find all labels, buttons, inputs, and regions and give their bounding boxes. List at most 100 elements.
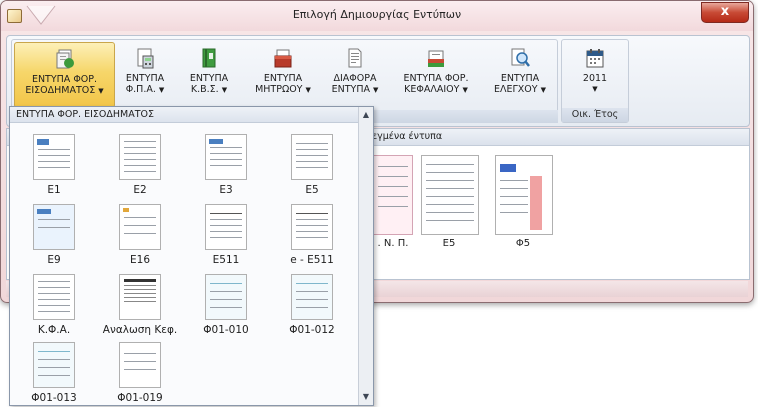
form-label: Ε511 [212, 254, 240, 266]
form-thumbnail [33, 204, 75, 250]
chevron-down-icon: ▼ [373, 86, 379, 94]
income-tax-forms-button[interactable]: ΕΝΤΥΠΑ ΦΟΡ. ΕΙΣΟΔΗΜΑΤΟΣ ▼ [14, 42, 115, 108]
kbs-forms-label-2: Κ.Β.Σ. [190, 84, 219, 95]
registry-folder-icon [272, 47, 294, 69]
form-label: Ε3 [219, 184, 233, 196]
window-title: Επιλογή Δημιουργίας Εντύπων [292, 8, 462, 21]
year-value: 2011 [582, 73, 608, 84]
doc-item[interactable]: Ε5 [421, 155, 479, 249]
form-item-e16[interactable]: Ε16 [100, 201, 180, 269]
capital-tax-icon [425, 47, 447, 69]
calendar-icon [584, 47, 606, 69]
registry-forms-button[interactable]: ΕΝΤΥΠΑ ΜΗΤΡΩΟΥ ▼ [252, 42, 314, 106]
form-thumbnail [205, 274, 247, 320]
form-item-e511[interactable]: Ε511 [186, 201, 266, 269]
capital-tax-forms-label-2: ΚΕΦΑΛΑΙΟΥ [404, 84, 460, 95]
content-header-label: εγμένα έντυπα [372, 131, 443, 142]
form-item-f01-010[interactable]: Φ01-010 [186, 271, 266, 339]
form-label: Ε16 [130, 254, 150, 266]
chevron-down-icon: ▼ [462, 86, 468, 94]
form-label: Ε5 [305, 184, 319, 196]
chevron-down-icon: ▼ [221, 86, 228, 94]
doc-label: Φ5 [515, 238, 531, 249]
logo-mark [500, 164, 516, 172]
form-item-e-e511[interactable]: e - Ε511 [272, 201, 352, 269]
form-label: Ε2 [133, 184, 147, 196]
scroll-up-icon[interactable]: ▲ [360, 109, 372, 121]
form-thumbnail [205, 204, 247, 250]
form-label: Αναλωση Κεφ. [102, 324, 178, 336]
dropdown-scrollbar[interactable]: ▲ ▼ [358, 107, 373, 405]
vat-forms-button[interactable]: ΕΝΤΥΠΑ Φ.Π.Α. ▼ [120, 42, 170, 106]
form-item-e3[interactable]: Ε3 [186, 131, 266, 199]
vat-calculator-icon [134, 47, 156, 69]
audit-forms-button[interactable]: ΕΝΤΥΠΑ ΕΛΕΓΧΟΥ ▼ [490, 42, 550, 106]
registry-forms-label-2: ΜΗΤΡΩΟΥ [255, 84, 303, 95]
fiscal-year-group-label: Οικ. Έτος [562, 108, 628, 122]
document-thumbnail [373, 155, 413, 235]
kbs-forms-button[interactable]: ΕΝΤΥΠΑ Κ.Β.Σ. ▼ [184, 42, 234, 106]
form-item-e2[interactable]: Ε2 [100, 131, 180, 199]
form-item-capital-analysis[interactable]: Αναλωση Κεφ. [100, 271, 180, 339]
form-item-f01-019[interactable]: Φ01-019 [100, 339, 180, 407]
form-thumbnail [291, 134, 333, 180]
form-label: e - Ε511 [290, 254, 334, 266]
form-label: Ε9 [47, 254, 61, 266]
chevron-down-icon: ▼ [592, 85, 598, 93]
chevron-down-icon: ▼ [540, 86, 546, 94]
form-thumbnail [119, 274, 161, 320]
chevron-down-icon: ▼ [98, 87, 104, 95]
form-item-e9[interactable]: Ε9 [14, 201, 94, 269]
audit-forms-label-1: ΕΝΤΥΠΑ [500, 73, 540, 84]
income-tax-forms-label-2: ΕΙΣΟΔΗΜΑΤΟΣ [25, 85, 96, 96]
books-binder-icon [198, 47, 220, 69]
vat-forms-label-2: Φ.Π.Α. [125, 84, 156, 95]
form-thumbnail [119, 342, 161, 388]
form-label: Φ01-012 [289, 324, 335, 336]
form-label: Ε1 [47, 184, 61, 196]
audit-magnifier-icon [509, 47, 531, 69]
misc-forms-label-1: ΔΙΑΦΟΡΑ [333, 73, 377, 84]
misc-forms-button[interactable]: ΔΙΑΦΟΡΑ ΕΝΤΥΠΑ ▼ [324, 42, 386, 106]
red-column [530, 176, 542, 230]
form-thumbnail [291, 204, 333, 250]
doc-item[interactable]: Φ5 [495, 155, 553, 249]
form-item-e5[interactable]: Ε5 [272, 131, 352, 199]
income-tax-forms-icon [54, 48, 76, 70]
close-button[interactable]: x [701, 2, 749, 23]
kbs-forms-label-1: ΕΝΤΥΠΑ [189, 73, 229, 84]
fiscal-year-group: 2011 ▼ Οικ. Έτος [561, 39, 629, 123]
document-thumbnail [495, 155, 553, 235]
title-bar: Επιλογή Δημιουργίας Εντύπων x [1, 1, 753, 31]
scroll-down-icon[interactable]: ▼ [360, 391, 372, 403]
form-thumbnail [33, 134, 75, 180]
registry-forms-label-1: ΕΝΤΥΠΑ [263, 73, 303, 84]
year-button[interactable]: 2011 ▼ [568, 42, 622, 106]
vat-forms-label-1: ΕΝΤΥΠΑ [125, 73, 165, 84]
dropdown-header: ΕΝΤΥΠΑ ΦΟΡ. ΕΙΣΟΔΗΜΑΤΟΣ [10, 107, 358, 123]
form-label: Φ01-019 [117, 392, 163, 404]
audit-forms-label-2: ΕΛΕΓΧΟΥ [493, 84, 538, 95]
capital-tax-forms-button[interactable]: ΕΝΤΥΠΑ ΦΟΡ. ΚΕΦΑΛΑΙΟΥ ▼ [398, 42, 474, 106]
form-item-e1[interactable]: Ε1 [14, 131, 94, 199]
form-item-f01-012[interactable]: Φ01-012 [272, 271, 352, 339]
form-label: Φ01-013 [31, 392, 77, 404]
income-tax-forms-label-1: ΕΝΤΥΠΑ ΦΟΡ. [31, 74, 98, 85]
form-thumbnail [119, 134, 161, 180]
misc-forms-label-2: ΕΝΤΥΠΑ [331, 84, 370, 95]
chevron-down-icon: ▼ [158, 86, 165, 94]
form-thumbnail [119, 204, 161, 250]
form-thumbnail [291, 274, 333, 320]
doc-label: Ε5 [442, 238, 456, 249]
form-label: Φ01-010 [203, 324, 249, 336]
document-thumbnail [421, 155, 479, 235]
form-item-kfa[interactable]: Κ.Φ.Α. [14, 271, 94, 339]
form-label: Κ.Φ.Α. [37, 324, 71, 336]
income-tax-forms-dropdown: ΕΝΤΥΠΑ ΦΟΡ. ΕΙΣΟΔΗΜΑΤΟΣ Ε1 Ε2 Ε3 Ε5 Ε9 Ε… [9, 106, 374, 406]
chevron-down-icon: ▼ [305, 86, 311, 94]
capital-tax-forms-label-1: ΕΝΤΥΠΑ ΦΟΡ. [403, 73, 469, 84]
form-thumbnail [205, 134, 247, 180]
form-thumbnail [33, 274, 75, 320]
form-item-f01-013[interactable]: Φ01-013 [14, 339, 94, 407]
misc-document-icon [344, 47, 366, 69]
